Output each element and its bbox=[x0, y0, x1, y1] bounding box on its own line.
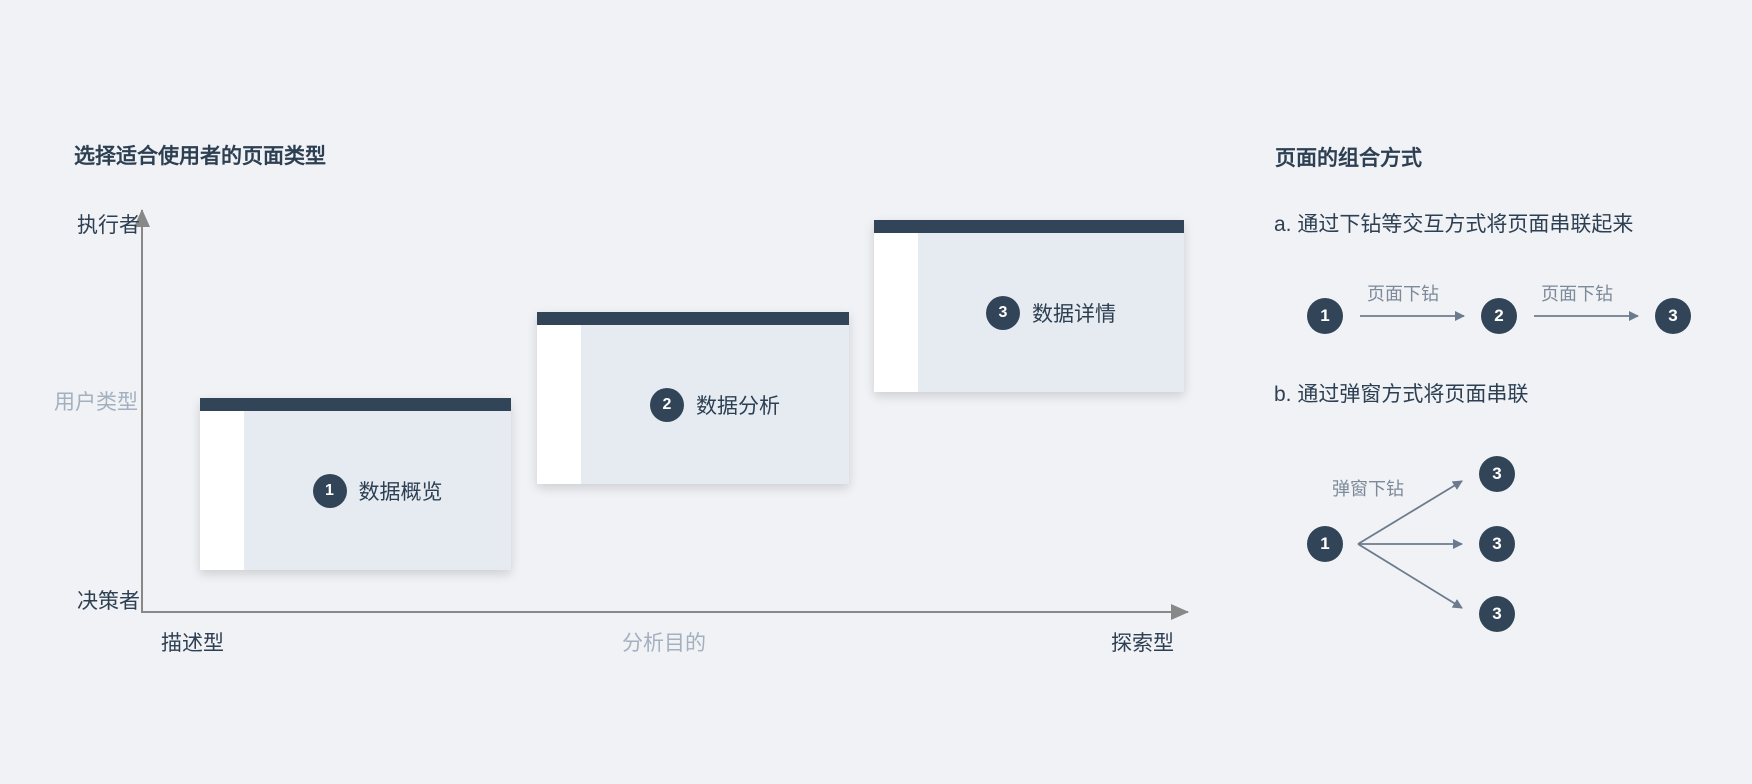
y-axis-top-label: 执行者 bbox=[77, 214, 140, 237]
left-title: 选择适合使用者的页面类型 bbox=[74, 145, 326, 168]
page-card-detail: 3 数据详情 bbox=[874, 220, 1184, 392]
section-b-heading: b. 通过弹窗方式将页面串联 bbox=[1274, 383, 1529, 406]
x-axis-right-label: 探索型 bbox=[1111, 632, 1174, 655]
node-1: 1 bbox=[1307, 298, 1343, 334]
section-a-heading: a. 通过下钻等交互方式将页面串联起来 bbox=[1274, 213, 1634, 236]
page-card-overview: 1 数据概览 bbox=[200, 398, 511, 570]
x-axis-title: 分析目的 bbox=[622, 632, 706, 655]
edge-label: 页面下钻 bbox=[1541, 284, 1613, 304]
card-label: 数据分析 bbox=[696, 394, 780, 418]
edge-label: 页面下钻 bbox=[1367, 284, 1439, 304]
card-header-bar bbox=[874, 220, 1184, 233]
step-badge: 3 bbox=[986, 295, 1020, 330]
card-label: 数据详情 bbox=[1032, 302, 1116, 326]
card-sidebar bbox=[874, 233, 918, 392]
card-header-bar bbox=[200, 398, 511, 411]
edge-label: 弹窗下钻 bbox=[1332, 479, 1404, 499]
node-2: 2 bbox=[1481, 298, 1517, 334]
node-3: 3 bbox=[1479, 596, 1515, 632]
y-axis-title: 用户类型 bbox=[54, 391, 138, 414]
node-3: 3 bbox=[1479, 526, 1515, 562]
page-card-analysis: 2 数据分析 bbox=[537, 312, 849, 484]
x-axis-left-label: 描述型 bbox=[161, 632, 224, 655]
node-3: 3 bbox=[1655, 298, 1691, 334]
node-3: 3 bbox=[1479, 456, 1515, 492]
right-title: 页面的组合方式 bbox=[1275, 147, 1422, 170]
card-header-bar bbox=[537, 312, 849, 325]
step-badge: 1 bbox=[312, 473, 347, 508]
node-1: 1 bbox=[1307, 526, 1343, 562]
card-sidebar bbox=[200, 411, 244, 570]
y-axis-bottom-label: 决策者 bbox=[77, 590, 140, 613]
card-label: 数据概览 bbox=[358, 480, 443, 504]
card-sidebar bbox=[537, 325, 581, 484]
step-badge: 2 bbox=[650, 387, 684, 422]
arrow-b3 bbox=[1357, 543, 1463, 609]
